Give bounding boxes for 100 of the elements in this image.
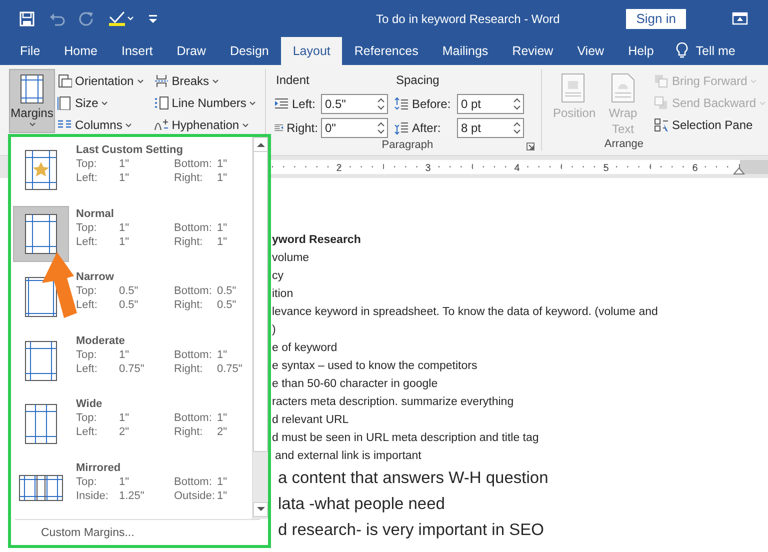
field-value: 1" <box>217 488 228 502</box>
document-text: d relevant URL <box>272 413 349 428</box>
spacing-after-icon <box>394 120 409 134</box>
scrollbar-thumb[interactable] <box>253 152 268 452</box>
field-value: 2" <box>119 425 130 439</box>
margin-preview-icon <box>24 276 58 318</box>
document-text: volume <box>272 251 310 266</box>
ribbon-tab[interactable]: Mailings <box>430 37 500 65</box>
field-value: 1" <box>119 474 130 488</box>
ribbon-tab[interactable]: Insert <box>110 37 165 65</box>
field-label: Top: <box>76 348 98 362</box>
ribbon-command[interactable]: Size <box>55 93 146 113</box>
field-value: 0.5" <box>217 284 236 298</box>
ribbon-tab[interactable]: Home <box>52 37 110 65</box>
margin-option[interactable]: Last Custom Setting Top: 1" Bottom: 1" Left: 1" Right: 1" <box>11 138 252 202</box>
lightbulb-icon <box>676 42 688 60</box>
document-text: ) <box>272 323 276 338</box>
field-label: Left: <box>292 96 316 110</box>
field-value: 1" <box>119 220 130 234</box>
margin-option[interactable]: Narrow Top: 0.5" Bottom: 0.5" Left: 0.5" Right: 0.5" <box>11 265 252 328</box>
spacing-before-icon <box>394 96 409 110</box>
section-heading: Spacing <box>394 72 440 89</box>
document-text: lata -what people need <box>277 494 445 515</box>
search-prompt[interactable]: Tell me <box>696 44 736 58</box>
field-label: Bottom: <box>174 411 213 425</box>
margin-preview-icon <box>24 212 58 254</box>
ribbon-tab[interactable]: Review <box>500 37 566 65</box>
document-text: levance keyword in spreadsheet. To know the data of keyword. (volume and <box>272 305 658 320</box>
document-text: and external link is important <box>274 449 422 464</box>
ribbon-command[interactable]: Orientation <box>55 71 146 91</box>
field-label: Top: <box>76 411 98 425</box>
caret-icon <box>28 122 36 127</box>
field-value: 1" <box>217 411 228 425</box>
ribbon-tab[interactable]: Draw <box>164 37 218 65</box>
field-label: Right: <box>286 120 318 134</box>
margin-option[interactable]: Mirrored Top: 1" Bottom: 1" Inside: 1.25" Outside: 1" <box>11 456 252 519</box>
ribbon-tab[interactable]: Design <box>218 37 281 65</box>
field-label: Bottom: <box>174 220 213 234</box>
margin-option[interactable]: Normal Top: 1" Bottom: 1" Left: 1" Right: 1" <box>11 202 252 265</box>
ribbon-command[interactable]: Hyphenation <box>152 115 258 135</box>
document-text: yword Research <box>272 233 361 248</box>
field-label: Right: <box>174 171 204 185</box>
document-text: e than 50-60 character in google <box>272 377 438 392</box>
number-field[interactable]: 0" <box>320 118 388 138</box>
field-value: 1" <box>217 157 228 171</box>
field-value: 2" <box>217 425 228 439</box>
field-label: Bottom: <box>174 474 213 488</box>
scroll-up-button[interactable] <box>253 137 268 152</box>
number-field[interactable]: 8 pt <box>456 118 524 138</box>
field-label: After: <box>412 120 441 134</box>
caret-icon <box>125 122 132 128</box>
field-label: Right: <box>174 362 204 376</box>
save-icon[interactable] <box>19 10 35 26</box>
field-label: Outside: <box>174 488 216 502</box>
orientation-icon <box>57 74 72 88</box>
scroll-down-button[interactable] <box>253 502 268 517</box>
document-text: e syntax – used to know the competitors <box>272 359 478 374</box>
field-value: 0.5" <box>217 298 236 312</box>
caret-icon <box>249 100 256 106</box>
ribbon-command[interactable]: Line Numbers <box>152 93 258 113</box>
spinner-icon <box>376 96 385 112</box>
number-field[interactable]: 0.5" <box>320 94 388 114</box>
margins-button[interactable]: Margins <box>9 69 55 133</box>
sign-in-button[interactable]: Sign in <box>626 8 686 28</box>
document-text: ition <box>272 287 294 302</box>
margin-option[interactable]: Moderate Top: 1" Bottom: 1" Left: 0.75" Right: 0.75" <box>11 328 252 392</box>
margin-option[interactable]: Wide Top: 1" Bottom: 1" Left: 2" Right: 2" <box>11 392 252 456</box>
field-label: Before: <box>412 96 451 110</box>
ribbon-tab[interactable]: File <box>8 37 52 65</box>
field-value: 0.5" <box>119 298 140 312</box>
margin-preview-icon <box>24 340 58 382</box>
ribbon-command[interactable]: Breaks <box>152 71 258 91</box>
field-value: 0.75" <box>217 362 242 376</box>
spelling-icon[interactable] <box>108 10 134 26</box>
dialog-launcher-icon[interactable] <box>526 142 535 151</box>
window-title: To do in keyword Research - Word <box>376 12 560 26</box>
margin-preview-icon <box>24 149 58 191</box>
send-backward-icon <box>654 96 669 110</box>
ribbon-command[interactable]: Selection Pane <box>652 115 768 135</box>
caret-icon <box>136 78 144 84</box>
up-arrow-icon <box>256 142 264 147</box>
hyphenation-icon <box>154 118 169 132</box>
ribbon-display-icon[interactable] <box>732 12 748 25</box>
field-label: Right: <box>174 298 204 312</box>
ribbon-command[interactable]: Columns <box>55 115 146 135</box>
option-title: Mirrored <box>76 460 122 474</box>
ribbon-tab[interactable]: Layout <box>280 37 342 65</box>
ribbon-tab[interactable]: Help <box>616 37 666 65</box>
customize-icon[interactable] <box>148 14 158 24</box>
ribbon-tab[interactable]: View <box>565 37 616 65</box>
field-label: Left: <box>76 171 98 185</box>
bring-forward-icon <box>654 74 669 88</box>
field-value: 1" <box>217 220 228 234</box>
document-text: d must be seen in URL meta description and title tag <box>272 431 539 446</box>
document-text: e of keyword <box>272 341 338 356</box>
menu-item[interactable]: Custom Margins... <box>41 526 134 538</box>
ribbon-tab[interactable]: References <box>342 37 430 65</box>
field-label: Left: <box>76 362 98 376</box>
number-field[interactable]: 0 pt <box>456 94 524 114</box>
field-label: Bottom: <box>174 348 213 362</box>
